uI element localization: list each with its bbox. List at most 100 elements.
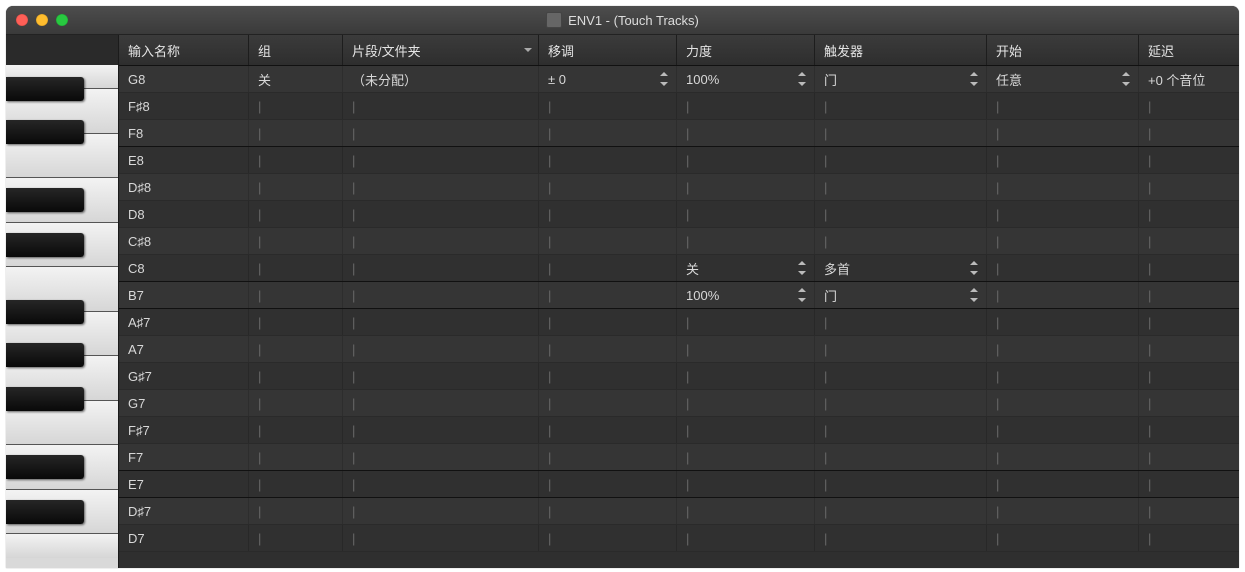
region-cell[interactable]: |	[343, 390, 539, 416]
trigger-cell[interactable]: |	[815, 498, 987, 524]
region-cell[interactable]: （未分配）	[343, 66, 539, 92]
start-cell[interactable]: 任意	[987, 66, 1139, 92]
table-row[interactable]: G7|||||||	[119, 390, 1239, 417]
start-cell[interactable]: |	[987, 255, 1139, 281]
table-row[interactable]: D8|||||||	[119, 201, 1239, 228]
trigger-cell[interactable]: |	[815, 417, 987, 443]
transpose-cell[interactable]: |	[539, 93, 677, 119]
velocity-cell[interactable]: |	[677, 93, 815, 119]
black-key[interactable]	[6, 77, 84, 101]
start-cell[interactable]: |	[987, 417, 1139, 443]
start-cell[interactable]: |	[987, 498, 1139, 524]
group-cell[interactable]: |	[249, 336, 343, 362]
region-cell[interactable]: |	[343, 93, 539, 119]
group-cell[interactable]: |	[249, 390, 343, 416]
transpose-cell[interactable]: |	[539, 363, 677, 389]
black-key[interactable]	[6, 343, 84, 367]
group-cell[interactable]: |	[249, 93, 343, 119]
start-cell[interactable]: |	[987, 336, 1139, 362]
transpose-cell[interactable]: |	[539, 417, 677, 443]
black-key[interactable]	[6, 188, 84, 212]
velocity-cell[interactable]: |	[677, 363, 815, 389]
velocity-cell[interactable]: |	[677, 309, 815, 335]
trigger-cell[interactable]: |	[815, 309, 987, 335]
transpose-cell[interactable]: |	[539, 309, 677, 335]
col-header-trigger[interactable]: 触发器	[815, 35, 987, 65]
black-key[interactable]	[6, 500, 84, 524]
group-cell[interactable]: |	[249, 525, 343, 551]
trigger-cell[interactable]: |	[815, 120, 987, 146]
table-row[interactable]: G8关（未分配）± 0100%门任意+0 个音位	[119, 66, 1239, 93]
start-cell[interactable]: |	[987, 93, 1139, 119]
group-cell[interactable]: |	[249, 255, 343, 281]
region-cell[interactable]: |	[343, 309, 539, 335]
delay-cell[interactable]: |	[1139, 444, 1239, 470]
table-row[interactable]: F♯8|||||||	[119, 93, 1239, 120]
group-cell[interactable]: |	[249, 417, 343, 443]
delay-cell[interactable]: |	[1139, 228, 1239, 254]
transpose-cell[interactable]: |	[539, 390, 677, 416]
table-row[interactable]: G♯7|||||||	[119, 363, 1239, 390]
zoom-button[interactable]	[56, 14, 68, 26]
velocity-cell[interactable]: 100%	[677, 282, 815, 308]
group-cell[interactable]: |	[249, 444, 343, 470]
start-cell[interactable]: |	[987, 174, 1139, 200]
velocity-cell[interactable]: 100%	[677, 66, 815, 92]
transpose-cell[interactable]: |	[539, 498, 677, 524]
transpose-cell[interactable]: |	[539, 201, 677, 227]
start-cell[interactable]: |	[987, 309, 1139, 335]
table-row[interactable]: C8|||关多首||	[119, 255, 1239, 282]
group-cell[interactable]: |	[249, 363, 343, 389]
start-cell[interactable]: |	[987, 228, 1139, 254]
black-key[interactable]	[6, 233, 84, 257]
trigger-cell[interactable]: |	[815, 93, 987, 119]
black-key[interactable]	[6, 300, 84, 324]
region-cell[interactable]: |	[343, 228, 539, 254]
start-cell[interactable]: |	[987, 147, 1139, 173]
group-cell[interactable]: |	[249, 147, 343, 173]
velocity-cell[interactable]: |	[677, 498, 815, 524]
group-cell[interactable]: |	[249, 120, 343, 146]
group-cell[interactable]: |	[249, 282, 343, 308]
group-cell[interactable]: |	[249, 174, 343, 200]
velocity-cell[interactable]: |	[677, 174, 815, 200]
region-cell[interactable]: |	[343, 498, 539, 524]
start-cell[interactable]: |	[987, 120, 1139, 146]
delay-cell[interactable]: +0 个音位	[1139, 66, 1239, 92]
velocity-cell[interactable]: |	[677, 228, 815, 254]
delay-cell[interactable]: |	[1139, 174, 1239, 200]
group-cell[interactable]: |	[249, 309, 343, 335]
table-row[interactable]: A7|||||||	[119, 336, 1239, 363]
velocity-cell[interactable]: |	[677, 201, 815, 227]
trigger-cell[interactable]: |	[815, 390, 987, 416]
transpose-cell[interactable]: |	[539, 525, 677, 551]
group-cell[interactable]: |	[249, 228, 343, 254]
table-row[interactable]: A♯7|||||||	[119, 309, 1239, 336]
table-row[interactable]: D♯7|||||||	[119, 498, 1239, 525]
transpose-cell[interactable]: ± 0	[539, 66, 677, 92]
minimize-button[interactable]	[36, 14, 48, 26]
velocity-cell[interactable]: |	[677, 444, 815, 470]
transpose-cell[interactable]: |	[539, 120, 677, 146]
col-header-group[interactable]: 组	[249, 35, 343, 65]
black-key[interactable]	[6, 455, 84, 479]
close-button[interactable]	[16, 14, 28, 26]
region-cell[interactable]: |	[343, 120, 539, 146]
trigger-cell[interactable]: |	[815, 336, 987, 362]
table-row[interactable]: E8|||||||	[119, 147, 1239, 174]
col-header-region[interactable]: 片段/文件夹	[343, 35, 539, 65]
table-row[interactable]: F♯7|||||||	[119, 417, 1239, 444]
table-row[interactable]: D7|||||||	[119, 525, 1239, 552]
delay-cell[interactable]: |	[1139, 282, 1239, 308]
table-row[interactable]: B7|||100%门||	[119, 282, 1239, 309]
region-cell[interactable]: |	[343, 201, 539, 227]
transpose-cell[interactable]: |	[539, 255, 677, 281]
table-row[interactable]: F8|||||||	[119, 120, 1239, 147]
trigger-cell[interactable]: 多首	[815, 255, 987, 281]
delay-cell[interactable]: |	[1139, 525, 1239, 551]
trigger-cell[interactable]: |	[815, 174, 987, 200]
delay-cell[interactable]: |	[1139, 336, 1239, 362]
white-key[interactable]	[6, 534, 118, 558]
trigger-cell[interactable]: |	[815, 471, 987, 497]
delay-cell[interactable]: |	[1139, 417, 1239, 443]
